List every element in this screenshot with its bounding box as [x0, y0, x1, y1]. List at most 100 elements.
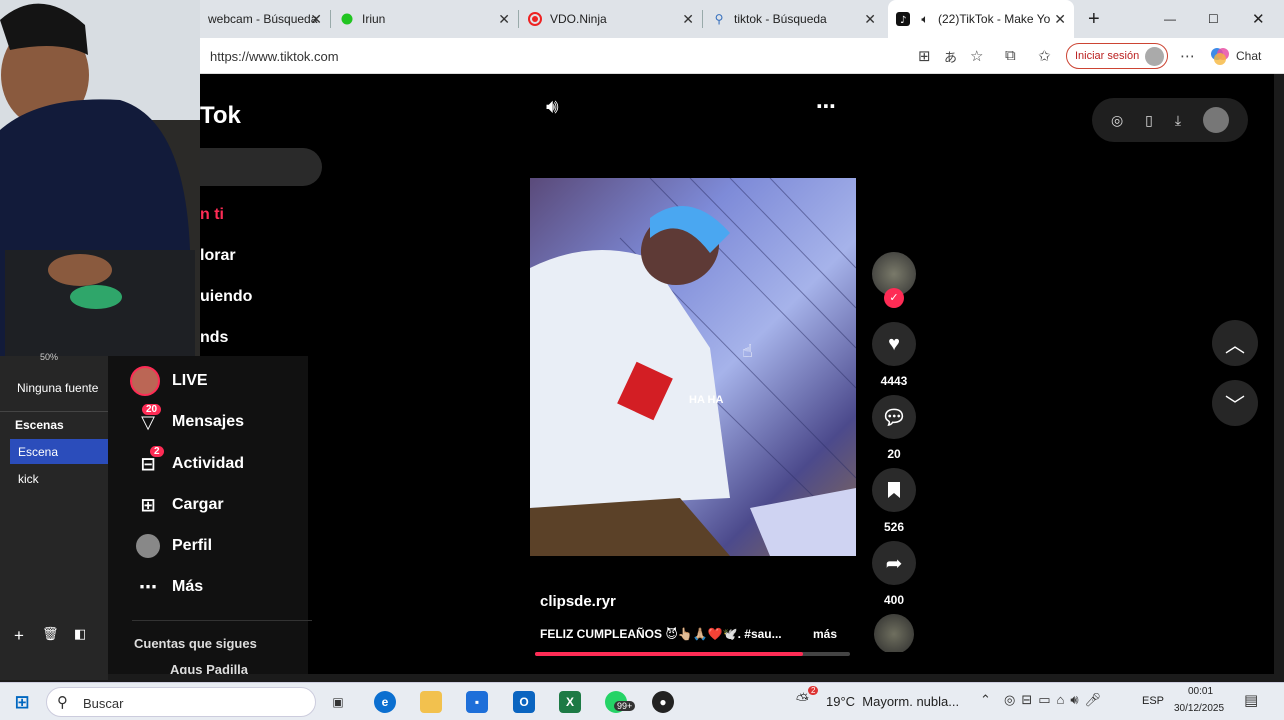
- tab-close-icon[interactable]: ✕: [864, 11, 876, 28]
- video-frame-image: [530, 178, 856, 556]
- more-menu-icon[interactable]: ⋯: [1180, 47, 1195, 65]
- nav-explore[interactable]: lorar: [200, 247, 236, 265]
- nav-more[interactable]: ⋯ Más: [136, 575, 203, 599]
- like-count: 4443: [880, 374, 908, 388]
- save-action[interactable]: 526: [872, 468, 916, 534]
- follow-check-icon[interactable]: ✓: [884, 288, 904, 308]
- profile-avatar-icon: [136, 534, 160, 558]
- search-icon: ⚲: [57, 694, 68, 711]
- nav-profile[interactable]: Perfil: [136, 534, 212, 558]
- speaker-icon[interactable]: 🔈︎: [918, 12, 932, 26]
- search-input[interactable]: [200, 148, 322, 186]
- comment-count: 20: [887, 447, 901, 461]
- nav-for-you[interactable]: n ti: [200, 206, 224, 224]
- favorite-star-icon[interactable]: ☆: [970, 47, 983, 65]
- edge-icon[interactable]: e: [374, 691, 396, 713]
- download-icon[interactable]: ⤓: [1175, 112, 1181, 129]
- tab-iriun[interactable]: Iriun ✕: [332, 0, 518, 38]
- nav-activity[interactable]: ⊟ 2 Actividad: [136, 446, 244, 476]
- taskbar-search-input[interactable]: ⚲ Buscar: [46, 687, 316, 717]
- comment-icon[interactable]: 💬︎: [872, 395, 916, 439]
- maximize-icon[interactable]: ☐: [1200, 0, 1230, 38]
- zoom-label: 50%: [40, 352, 59, 362]
- outlook-icon[interactable]: O: [513, 691, 535, 713]
- windows-taskbar: ⊞ ⚲ Buscar ▣ e ▪ O X 99+ ● ⛅︎ 2 19°C May…: [0, 682, 1284, 720]
- more-options-icon[interactable]: ⋯: [816, 94, 836, 119]
- prev-video-button[interactable]: ︿: [1212, 320, 1258, 366]
- scene-item[interactable]: kick: [18, 472, 39, 486]
- tab-close-icon[interactable]: ✕: [498, 11, 510, 28]
- notifications-icon[interactable]: ▤: [1244, 691, 1258, 709]
- nav-following[interactable]: uiendo: [200, 288, 252, 306]
- device-icon[interactable]: ▯: [1145, 112, 1153, 129]
- tab-close-icon[interactable]: ✕: [310, 11, 322, 28]
- tab-tiktok-active[interactable]: ♪ 🔈︎ (22)TikTok - Make Yo ✕: [888, 0, 1074, 38]
- bookmark-icon[interactable]: [872, 468, 916, 512]
- activity-badge: 2: [150, 446, 164, 457]
- window-close-icon[interactable]: ✕: [1244, 0, 1274, 38]
- like-action[interactable]: ♥ 4443: [872, 322, 916, 388]
- author-avatar[interactable]: ✓: [872, 252, 916, 308]
- heart-icon[interactable]: ♥: [872, 322, 916, 366]
- trash-icon[interactable]: 🗑︎: [42, 626, 59, 642]
- tab-close-icon[interactable]: ✕: [682, 11, 694, 28]
- save-count: 526: [883, 520, 905, 534]
- following-user[interactable]: Agus Padilla: [134, 662, 248, 674]
- tab-label: (22)TikTok - Make Yo: [938, 12, 1051, 26]
- caption-more-link[interactable]: más: [813, 627, 837, 641]
- translate-icon[interactable]: あ: [944, 47, 957, 66]
- tab-vdo-ninja[interactable]: VDO.Ninja ✕: [520, 0, 702, 38]
- nav-friends[interactable]: nds: [200, 329, 228, 347]
- copilot-chat-button[interactable]: Chat: [1210, 46, 1261, 66]
- address-bar: https://www.tiktok.com ⊞ あ ☆ ⧉ ✩ Iniciar…: [200, 38, 1284, 74]
- nav-upload[interactable]: ⊞ Cargar: [136, 493, 224, 517]
- coins-icon[interactable]: ◎: [1111, 112, 1123, 129]
- user-avatar[interactable]: [1202, 107, 1229, 133]
- filter-icon[interactable]: ◧: [74, 626, 86, 642]
- webcam-overlay: [0, 0, 200, 356]
- next-video-button[interactable]: ﹀: [1212, 380, 1258, 426]
- signin-button[interactable]: Iniciar sesión: [1066, 43, 1168, 69]
- windows-start-icon[interactable]: ⊞: [11, 691, 33, 713]
- video-progress-bar[interactable]: [535, 652, 850, 656]
- video-player[interactable]: HA HA ☝︎: [530, 178, 856, 556]
- volume-icon[interactable]: 🔊︎: [546, 96, 559, 119]
- store-icon[interactable]: ▪: [466, 691, 488, 713]
- favorites-icon[interactable]: ✩: [1038, 47, 1051, 65]
- nav-live[interactable]: LIVE: [130, 366, 208, 396]
- tab-tiktok-search[interactable]: ⚲ tiktok - Búsqueda ✕: [704, 0, 884, 38]
- tab-label: tiktok - Búsqueda: [734, 12, 827, 26]
- extensions-icon[interactable]: ⧉: [1005, 47, 1016, 64]
- clock-time[interactable]: 00:01: [1188, 686, 1213, 697]
- excel-icon[interactable]: X: [559, 691, 581, 713]
- tray-chevron-up-icon[interactable]: ⌃: [980, 692, 991, 708]
- share-action[interactable]: ➦ 400: [872, 541, 916, 607]
- obs-icon[interactable]: ●: [652, 691, 674, 713]
- add-scene-icon[interactable]: +: [14, 626, 24, 646]
- nav-messages[interactable]: ▽ 20 Mensajes: [136, 404, 244, 434]
- tab-close-icon[interactable]: ✕: [1054, 11, 1066, 28]
- clock-date[interactable]: 30/12/2025: [1174, 703, 1224, 714]
- task-view-icon[interactable]: ▣: [327, 691, 349, 713]
- tab-webcam-search[interactable]: webcam - Búsqueda ✕: [200, 0, 330, 38]
- file-explorer-icon[interactable]: [420, 691, 442, 713]
- language-indicator[interactable]: ESP: [1142, 695, 1164, 707]
- split-screen-icon[interactable]: ⊞: [918, 47, 931, 65]
- tiktok-logo[interactable]: Tok: [200, 102, 241, 130]
- scene-label: Escena: [18, 445, 59, 459]
- minimize-icon[interactable]: —: [1156, 0, 1186, 38]
- weather-icon[interactable]: ⛅︎: [796, 692, 809, 710]
- video-author[interactable]: clipsde.ryr: [540, 593, 616, 610]
- scene-item-selected[interactable]: Escena: [10, 439, 108, 464]
- comment-action[interactable]: 💬︎ 20: [872, 395, 916, 461]
- url-field[interactable]: https://www.tiktok.com: [210, 49, 339, 64]
- share-icon[interactable]: ➦: [872, 541, 916, 585]
- browser-tab-strip: webcam - Búsqueda ✕ Iriun ✕ VDO.Ninja ✕ …: [200, 0, 1284, 38]
- nav-label: Cargar: [172, 496, 224, 513]
- tray-icons[interactable]: ◎⊟▭⌂🔊︎🎤︎: [1004, 692, 1107, 708]
- weather-text[interactable]: 19°C Mayorm. nubla...: [826, 694, 959, 709]
- video-caption: FELIZ CUMPLEAÑOS 😈👆🏼🙏🏼❤️🕊️. #sau...: [540, 627, 782, 641]
- tab-label: Iriun: [362, 12, 386, 26]
- new-tab-button[interactable]: +: [1080, 0, 1110, 38]
- music-disc[interactable]: [872, 614, 916, 652]
